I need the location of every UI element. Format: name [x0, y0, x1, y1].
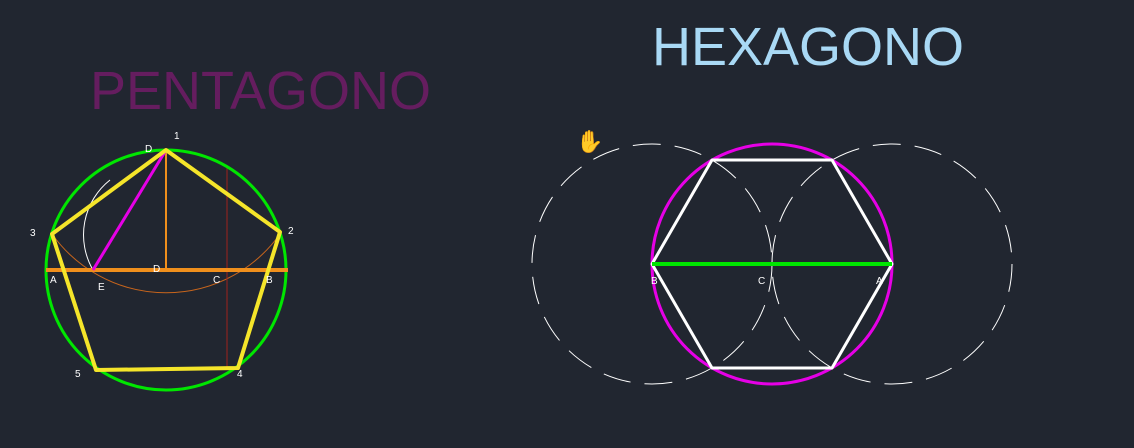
hex-point-label-c: C	[758, 276, 765, 287]
hand-pan-icon: ✋	[576, 129, 604, 154]
hex-point-label-b: B	[651, 276, 658, 287]
point-label-d-center: D	[153, 264, 160, 275]
point-label-d-top: D	[145, 144, 152, 155]
vertex-label-4: 4	[237, 369, 243, 380]
point-label-b: B	[266, 275, 273, 286]
vertex-label-1: 1	[174, 131, 180, 142]
hexagon-construction: A B C	[531, 142, 1013, 386]
hexagon-title: HEXAGONO	[652, 17, 965, 77]
pentagon-title: PENTAGONO	[90, 61, 432, 121]
point-label-a: A	[50, 275, 57, 286]
vertex-label-5: 5	[75, 369, 81, 380]
point-label-c: C	[213, 275, 220, 286]
hex-point-label-a: A	[876, 276, 883, 287]
pentagon-construction: 1 2 3 4 5 A B C D D E	[30, 131, 294, 392]
vertex-label-2: 2	[288, 226, 294, 237]
point-label-e: E	[98, 282, 105, 293]
vertex-label-3: 3	[30, 228, 36, 239]
